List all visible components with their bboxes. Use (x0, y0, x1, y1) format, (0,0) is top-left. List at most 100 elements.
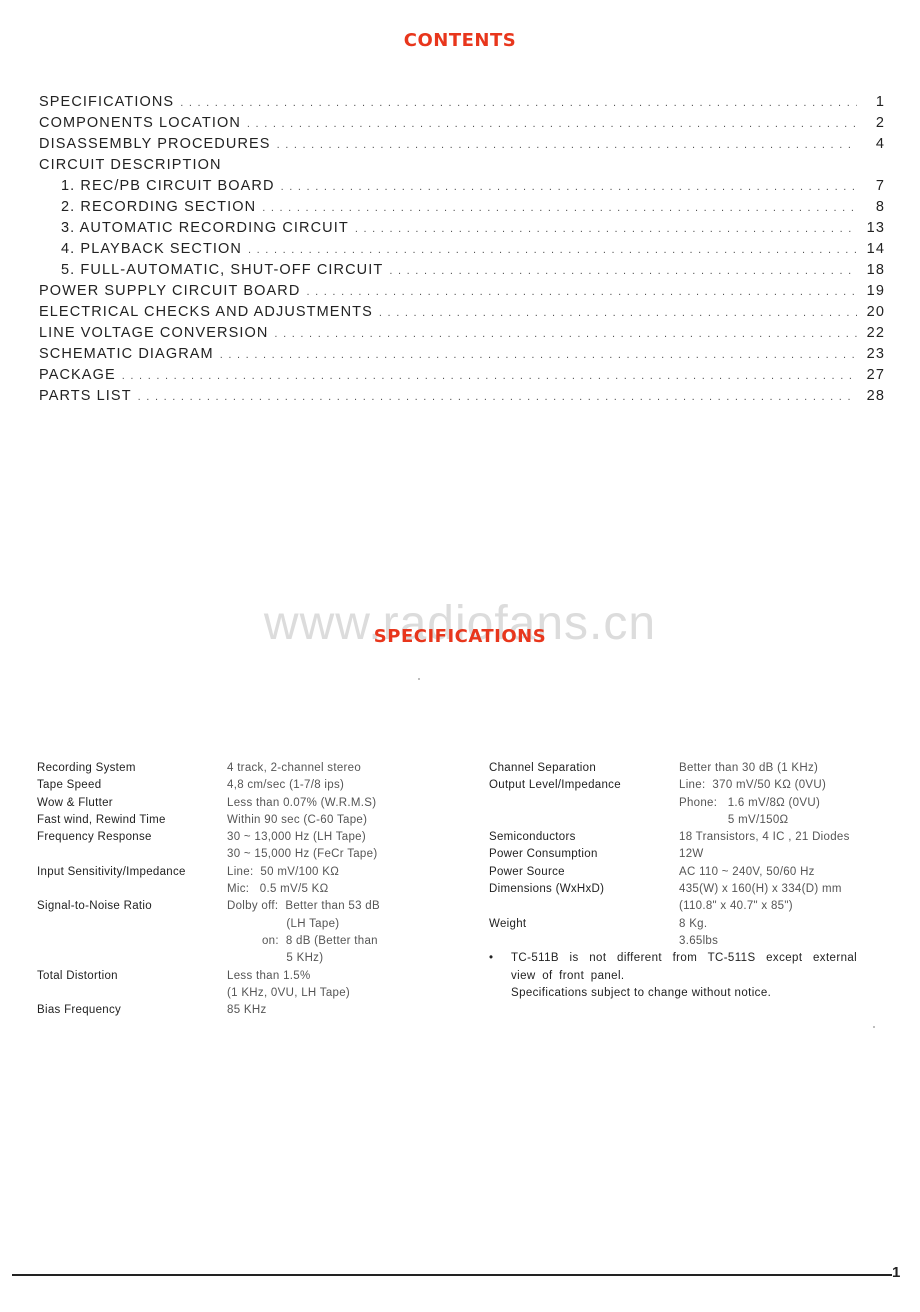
toc-entry-label: SPECIFICATIONS (39, 92, 181, 113)
spec-label: Semiconductors (489, 831, 576, 844)
specifications-right-column: Channel Separation Better than 30 dB (1 K… (489, 760, 899, 1002)
spec-value: (110.8" x 40.7" x 85") (679, 900, 793, 913)
contents-heading: CONTENTS (403, 30, 517, 51)
toc-entry-label: POWER SUPPLY CIRCUIT BOARD (39, 281, 307, 302)
toc-entry-page: 22 (866, 325, 885, 341)
spec-label: Dimensions (WxHxD) (489, 883, 605, 896)
spec-value: (1 KHz, 0VU, LH Tape) (227, 986, 351, 999)
toc-entry[interactable]: COMPONENTS LOCATION.....................… (39, 113, 885, 134)
spec-values: 435(W) x 160(H) x 334(D) mm (110.8" x 40.… (679, 881, 842, 916)
toc-leader-dots: ........................................… (180, 97, 857, 109)
spec-label: Total Distortion (37, 969, 118, 982)
toc-leader-dots: ........................................… (248, 244, 857, 256)
toc-entry[interactable]: SPECIFICATIONS..........................… (39, 92, 885, 113)
toc-entry[interactable]: PACKAGE.................................… (39, 365, 885, 386)
spec-label: Output Level/Impedance (489, 779, 621, 792)
spec-values: 85 KHz (227, 1002, 267, 1019)
spec-values: Within 90 sec (C-60 Tape) (227, 812, 367, 829)
spec-row: Dimensions (WxHxD) 435(W) x 160(H) x 334(… (489, 881, 899, 916)
toc-leader-dots: ........................................… (137, 391, 857, 403)
toc-entry[interactable]: 5. FULL-AUTOMATIC, SHUT-OFF CIRCUIT.....… (39, 260, 885, 281)
toc-entry-page: 8 (875, 199, 885, 215)
spec-values: 8 Kg. 3.65lbs (679, 916, 718, 951)
spec-values: 18 Transistors, 4 IC , 21 Diodes (679, 829, 850, 846)
spec-label: Recording System (37, 762, 136, 774)
toc-entry-label: 1. REC/PB CIRCUIT BOARD (61, 176, 281, 197)
spec-label: Power Source (489, 865, 565, 878)
spec-values: 4 track, 2-channel stereo (227, 760, 361, 777)
spec-values: 30 ~ 13,000 Hz (LH Tape) 30 ~ 15,000 Hz (… (227, 829, 377, 864)
toc-entry-page: 18 (866, 262, 885, 278)
spec-value: Line: 370 mV/50 KΩ (0VU) (679, 779, 827, 792)
spec-row: Recording System 4 track, 2-channel stere… (37, 760, 457, 777)
spec-value: (LH Tape) (227, 917, 340, 930)
toc-entry-page: 1 (875, 94, 885, 110)
toc-leader-dots: ........................................… (378, 307, 857, 319)
note-line-1: TC-511B is not different from TC-511S ex… (511, 952, 858, 965)
toc-entry[interactable]: PARTS LIST..............................… (39, 386, 885, 407)
toc-entry[interactable]: 2. RECORDING SECTION....................… (39, 197, 885, 218)
spec-value: Less than 0.07% (W.R.M.S) (227, 796, 377, 809)
spec-value: 4,8 cm/sec (1-7/8 ips) (227, 779, 345, 792)
spec-values: Line: 370 mV/50 KΩ (0VU) Phone: 1.6 mV/8Ω… (679, 777, 826, 829)
toc-entry-label: 3. AUTOMATIC RECORDING CIRCUIT (61, 218, 355, 239)
spec-value: Phone: 1.6 mV/8Ω (0VU) (679, 796, 821, 809)
spec-label: Power Consumption (489, 848, 598, 861)
toc-entry-label: 4. PLAYBACK SECTION (61, 239, 248, 260)
spec-row: Fast wind, Rewind Time Within 90 sec (C-6… (37, 812, 457, 829)
bullet-icon: • (489, 952, 494, 965)
spec-note: • TC-511B is not different from TC-511S … (489, 950, 899, 1002)
spec-row: Power Consumption 12W (489, 846, 899, 863)
spec-value: Less than 1.5% (227, 969, 311, 982)
toc-entry-page: 19 (866, 283, 885, 299)
spec-row: Wow & Flutter Less than 0.07% (W.R.M.S) (37, 795, 457, 812)
toc-entry-page: 20 (866, 304, 885, 320)
toc-entry-page: 4 (875, 136, 885, 152)
spec-values: 12W (679, 846, 704, 863)
spec-values: Line: 50 mV/100 KΩ Mic: 0.5 mV/5 KΩ (227, 864, 339, 899)
note-line-3: Specifications subject to change without… (511, 986, 772, 999)
toc-entry-label: LINE VOLTAGE CONVERSION (39, 323, 275, 344)
toc-entry[interactable]: ELECTRICAL CHECKS AND ADJUSTMENTS.......… (39, 302, 885, 323)
spec-row: Total Distortion Less than 1.5% (1 KHz, 0V… (37, 968, 457, 1003)
toc-entry[interactable]: LINE VOLTAGE CONVERSION.................… (39, 323, 885, 344)
scan-speck (418, 678, 420, 680)
toc-entry[interactable]: CIRCUIT DESCRIPTION (39, 155, 885, 176)
spec-value: Better than 30 dB (1 KHz) (679, 762, 819, 774)
spec-label: Fast wind, Rewind Time (37, 813, 166, 826)
toc-entry-page: 2 (875, 115, 885, 131)
page-number: 1 (892, 1264, 901, 1281)
toc-entry-page: 27 (866, 367, 885, 383)
spec-label: Channel Separation (489, 762, 597, 774)
toc-entry-label: ELECTRICAL CHECKS AND ADJUSTMENTS (39, 302, 379, 323)
toc-entry[interactable]: DISASSEMBLY PROCEDURES..................… (39, 134, 885, 155)
toc-leader-dots: ........................................… (274, 328, 857, 340)
toc-entry-label: PARTS LIST (39, 386, 138, 407)
toc-entry-page: 13 (866, 220, 885, 236)
toc-entry[interactable]: SCHEMATIC DIAGRAM.......................… (39, 344, 885, 365)
toc-entry-label: 2. RECORDING SECTION (61, 197, 263, 218)
spec-row: Frequency Response 30 ~ 13,000 Hz (LH Tap… (37, 829, 457, 864)
spec-value: 30 ~ 15,000 Hz (FeCr Tape) (227, 848, 378, 861)
table-of-contents: SPECIFICATIONS..........................… (39, 92, 885, 407)
spec-label: Input Sensitivity/Impedance (37, 865, 186, 878)
spec-value: Within 90 sec (C-60 Tape) (227, 813, 368, 826)
spec-row: Signal-to-Noise Ratio Dolby off: Better t… (37, 898, 457, 967)
spec-row: Power Source AC 110 ~ 240V, 50/60 Hz (489, 864, 899, 881)
spec-value: Mic: 0.5 mV/5 KΩ (227, 883, 329, 896)
toc-entry[interactable]: 1. REC/PB CIRCUIT BOARD.................… (39, 176, 885, 197)
toc-leader-dots: ........................................… (219, 349, 857, 361)
spec-value: 3.65lbs (679, 934, 719, 947)
toc-entry[interactable]: 3. AUTOMATIC RECORDING CIRCUIT..........… (39, 218, 885, 239)
spec-label: Bias Frequency (37, 1004, 122, 1017)
footer-rule (12, 1274, 892, 1276)
spec-value: 5 KHz) (227, 952, 324, 965)
spec-row: Channel Separation Better than 30 dB (1 K… (489, 760, 899, 777)
toc-leader-dots: ........................................… (276, 139, 857, 151)
spec-value: 435(W) x 160(H) x 334(D) mm (679, 883, 842, 896)
spec-value: AC 110 ~ 240V, 50/60 Hz (679, 865, 815, 878)
toc-entry[interactable]: 4. PLAYBACK SECTION.....................… (39, 239, 885, 260)
spec-values: 4,8 cm/sec (1-7/8 ips) (227, 777, 344, 794)
toc-entry[interactable]: POWER SUPPLY CIRCUIT BOARD..............… (39, 281, 885, 302)
toc-entry-label: COMPONENTS LOCATION (39, 113, 247, 134)
